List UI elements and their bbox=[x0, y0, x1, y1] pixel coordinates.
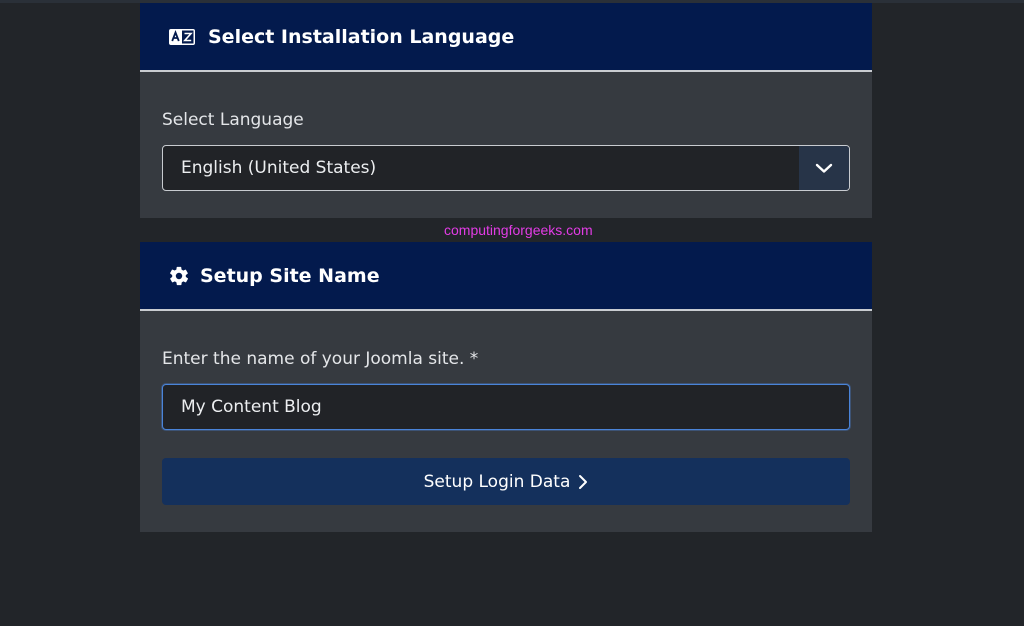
chevron-right-icon bbox=[578, 474, 588, 490]
language-card-body: Select Language English (United States) bbox=[140, 110, 872, 191]
language-card: Select Installation Language Select Lang… bbox=[140, 3, 872, 218]
language-card-title: Select Installation Language bbox=[208, 25, 515, 48]
language-icon bbox=[168, 27, 196, 47]
site-name-card-header: Setup Site Name bbox=[140, 242, 872, 311]
site-name-card-body: Enter the name of your Joomla site. * Se… bbox=[140, 349, 872, 505]
site-name-card-title: Setup Site Name bbox=[200, 264, 380, 287]
site-name-card: Setup Site Name Enter the name of your J… bbox=[140, 242, 872, 532]
watermark-text: computingforgeeks.com bbox=[444, 222, 593, 238]
language-select-value: English (United States) bbox=[181, 158, 377, 178]
chevron-down-icon[interactable] bbox=[799, 146, 849, 190]
site-name-label: Enter the name of your Joomla site. * bbox=[162, 349, 479, 369]
setup-login-data-label: Setup Login Data bbox=[423, 471, 571, 492]
language-card-header: Select Installation Language bbox=[140, 3, 872, 72]
gear-icon bbox=[168, 265, 190, 287]
select-language-label: Select Language bbox=[162, 110, 304, 130]
language-select[interactable]: English (United States) bbox=[162, 145, 850, 191]
site-name-input[interactable] bbox=[162, 384, 850, 430]
setup-login-data-button[interactable]: Setup Login Data bbox=[162, 458, 850, 505]
